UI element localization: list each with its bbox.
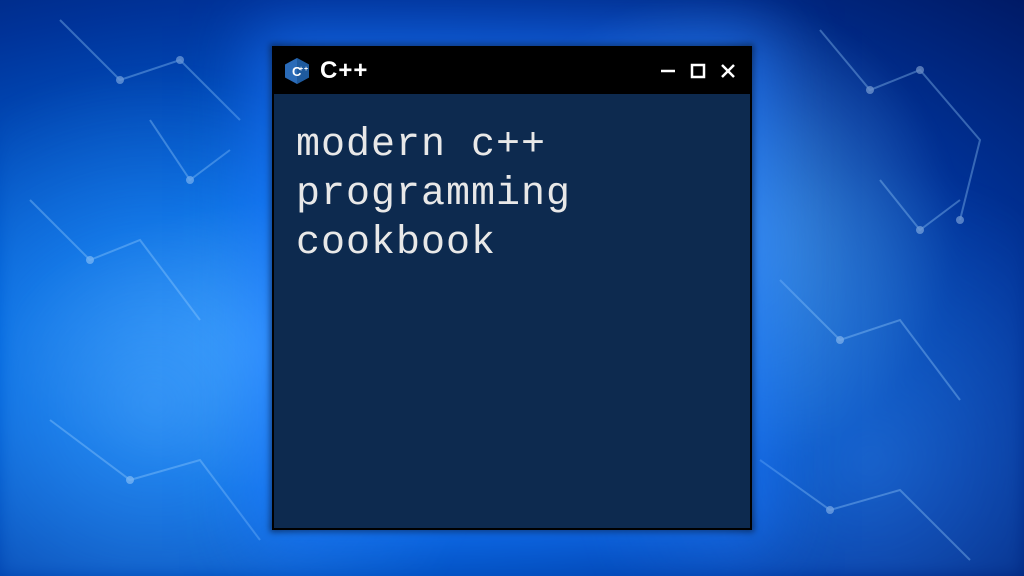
maximize-button[interactable] (686, 59, 710, 83)
terminal-content: modern c++ programming cookbook (274, 94, 750, 528)
cpp-icon: C + + (282, 56, 312, 86)
svg-text:+: + (304, 66, 308, 73)
svg-text:+: + (299, 66, 303, 73)
window-title: C++ (320, 57, 656, 85)
terminal-window: C + + C++ modern c++ programming cookboo… (272, 46, 752, 530)
close-button[interactable] (716, 59, 740, 83)
minimize-button[interactable] (656, 59, 680, 83)
titlebar[interactable]: C + + C++ (274, 48, 750, 94)
window-controls (656, 59, 740, 83)
